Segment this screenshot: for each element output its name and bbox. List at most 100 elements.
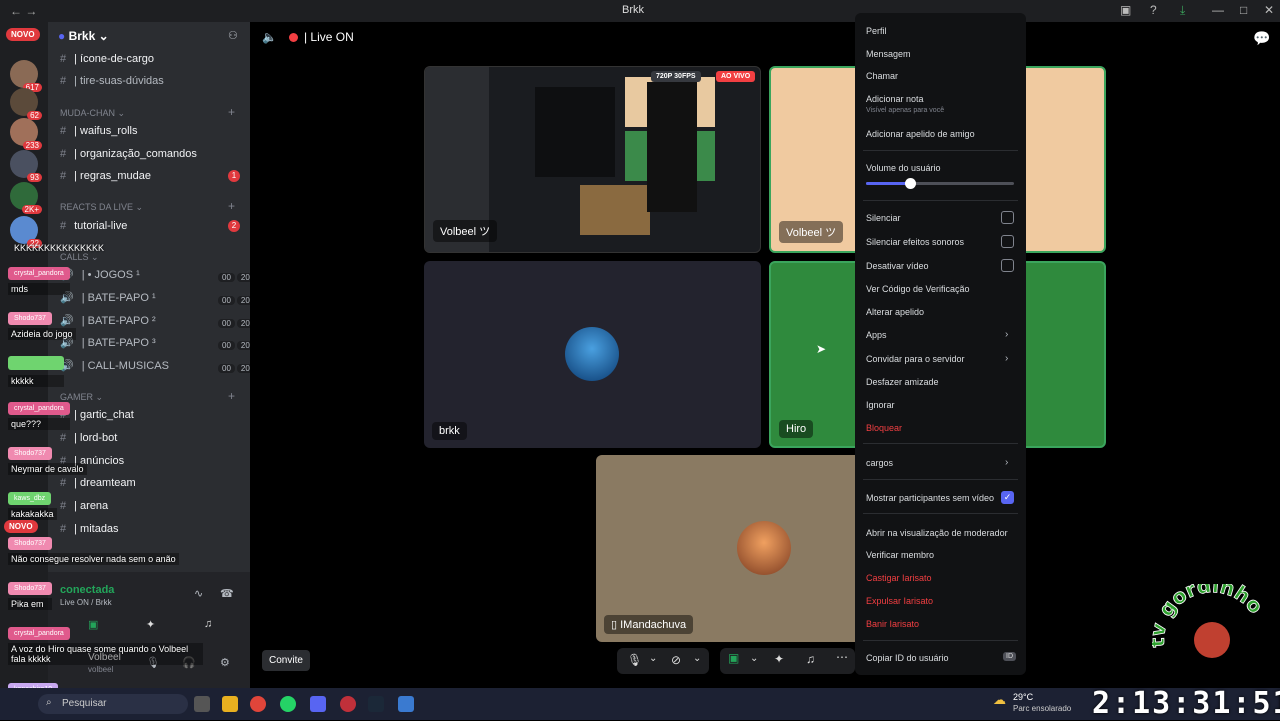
add-channel-icon[interactable]: + (228, 105, 235, 119)
add-channel-icon[interactable]: + (228, 389, 235, 403)
menu-item-add-note[interactable]: Adicionar nota Visível apenas para você (866, 94, 944, 114)
menu-item-friend-nickname[interactable]: Adicionar apelido de amigo (866, 129, 975, 139)
chat-message: crystal_pandora que??? (8, 402, 70, 430)
menu-item-change-nickname[interactable]: Alterar apelido (866, 307, 924, 317)
chevron-down-icon[interactable]: ⌄ (750, 653, 758, 664)
menu-item-show-participants[interactable]: Mostrar participantes sem vídeo (866, 493, 994, 503)
settings-gear-icon[interactable]: ⚙ (220, 656, 230, 669)
more-icon[interactable]: ⋯ (836, 650, 848, 664)
channel-item[interactable]: # | gartic_chat (60, 406, 134, 424)
disconnect-icon[interactable]: ☎ (220, 587, 234, 600)
stream-tile[interactable]: 720P 30FPS AO VIVO Volbeel ツ (424, 66, 761, 253)
chevron-down-icon[interactable]: ⌄ (693, 653, 701, 664)
chat-user: Shodo737 (8, 312, 52, 325)
chat-bubble-icon[interactable]: 💬 (1253, 30, 1270, 47)
add-member-icon[interactable]: ⚇ (228, 29, 238, 42)
channel-item[interactable]: # | ícone-de-cargo (60, 50, 154, 68)
chat-message: crystal_pandora mds (8, 267, 70, 295)
channel-item[interactable]: # | regras_mudae 1 (60, 167, 240, 185)
voice-status: conectada (60, 584, 115, 596)
menu-item-invite[interactable]: Convidar para o servidor (866, 354, 965, 364)
menu-item-block[interactable]: Bloquear (866, 423, 902, 433)
hash-icon: # (60, 220, 67, 232)
channel-item[interactable]: # | mitadas (60, 520, 119, 538)
channel-item[interactable]: # | tire-suas-dúvidas (60, 72, 164, 90)
server-icon[interactable]: 62 (10, 88, 42, 120)
file-explorer-icon[interactable] (222, 696, 238, 712)
menu-item-message[interactable]: Mensagem (866, 49, 911, 59)
voice-channel-item[interactable]: 🔊 | BATE-PAPO ¹ 00 20 (60, 289, 254, 307)
chevron-down-icon[interactable]: ⌄ (649, 653, 657, 664)
menu-item-verify-member[interactable]: Verificar membro (866, 550, 934, 560)
menu-item-ban[interactable]: Banir Iarisato (866, 619, 919, 629)
server-icon[interactable]: 93 (10, 150, 42, 182)
channel-item[interactable]: # | lord-bot (60, 429, 117, 447)
menu-item-disable-video[interactable]: Desativar vídeo (866, 261, 929, 271)
app-icon[interactable] (398, 696, 414, 712)
category-header[interactable]: REACTS DA LIVE ⌄ + (60, 199, 235, 213)
add-channel-icon[interactable]: + (228, 199, 235, 213)
stream-quality-badge: 720P 30FPS (651, 71, 701, 82)
minimize-icon[interactable]: — (1212, 3, 1224, 17)
channel-label: | dreamteam (74, 477, 136, 489)
taskbar-search[interactable]: ⌕ Pesquisar (38, 694, 188, 714)
maximize-icon[interactable]: □ (1240, 3, 1247, 17)
camera-off-icon[interactable]: ⊘ (671, 653, 681, 667)
inbox-icon[interactable]: ▣ (1120, 3, 1131, 17)
menu-item-call[interactable]: Chamar (866, 71, 898, 81)
screen-share-icon[interactable]: ▣ (728, 651, 739, 665)
download-icon[interactable]: ⤓ (1180, 3, 1185, 18)
noise-suppression-icon[interactable]: ∿ (194, 587, 203, 600)
mic-icon[interactable]: 🎙 (627, 653, 642, 667)
menu-item-profile[interactable]: Perfil (866, 26, 887, 36)
menu-item-mute-soundboard[interactable]: Silenciar efeitos sonoros (866, 237, 964, 247)
participant-tile[interactable]: brkk (424, 261, 761, 448)
activities-icon[interactable]: ✦ (774, 652, 784, 666)
menu-item-ignore[interactable]: Ignorar (866, 400, 895, 410)
steam-icon[interactable] (368, 696, 384, 712)
channel-item[interactable]: # | arena (60, 497, 108, 515)
tile-name: ▯ IMandachuva (604, 615, 694, 634)
menu-item-mute[interactable]: Silenciar (866, 213, 901, 223)
invite-button[interactable]: Convite (262, 650, 310, 671)
task-view-icon[interactable] (194, 696, 210, 712)
channel-item[interactable]: # | organização_comandos (60, 145, 197, 163)
whatsapp-icon[interactable] (280, 696, 296, 712)
volume-fill (866, 182, 911, 185)
discord-icon[interactable] (310, 696, 326, 712)
channel-item[interactable]: # | waifus_rolls (60, 122, 138, 140)
channel-item[interactable]: # | dreamteam (60, 474, 136, 492)
soundboard-icon[interactable]: ♫ (204, 618, 212, 630)
disable-video-checkbox[interactable] (1001, 259, 1014, 272)
menu-item-kick[interactable]: Expulsar Iarisato (866, 596, 933, 606)
chrome-icon[interactable] (250, 696, 266, 712)
server-icon[interactable]: 233 (10, 118, 42, 150)
volume-slider[interactable] (866, 178, 1014, 189)
channel-item[interactable]: # tutorial-live 2 (60, 217, 240, 235)
app-icon[interactable] (340, 696, 356, 712)
menu-item-unfriend[interactable]: Desfazer amizade (866, 377, 939, 387)
mute-checkbox[interactable] (1001, 211, 1014, 224)
volume-knob[interactable] (905, 178, 917, 189)
server-icon[interactable]: 617 (10, 60, 42, 92)
menu-item-moderator-view[interactable]: Abrir na visualização de moderador (866, 528, 1008, 538)
voice-channel-item[interactable]: 🔊| • JOGOS ¹0020 (60, 266, 254, 284)
back-forward-nav[interactable]: ← → (10, 4, 37, 18)
menu-item-roles[interactable]: cargos (866, 458, 893, 468)
help-icon[interactable]: ? (1150, 3, 1157, 17)
voice-channel-item[interactable]: 🔊 | CALL-MUSICAS 00 20 (60, 357, 254, 375)
category-header[interactable]: CALLS ⌄ (60, 252, 99, 263)
show-participants-checkbox[interactable]: ✓ (1001, 491, 1014, 504)
menu-item-timeout[interactable]: Castigar Iarisato (866, 573, 932, 583)
guild-header[interactable]: ● Brkk ⌄ (58, 29, 109, 43)
soundboard-icon[interactable]: ♫ (806, 652, 815, 666)
category-header[interactable]: MUDA-CHAN ⌄ + (60, 105, 235, 119)
server-icon[interactable]: 2K+ (10, 182, 42, 214)
menu-item-apps[interactable]: Apps (866, 330, 887, 340)
channel-label: | organização_comandos (74, 148, 197, 160)
mute-soundboard-checkbox[interactable] (1001, 235, 1014, 248)
guild-name: Brkk (68, 29, 96, 43)
close-icon[interactable]: ✕ (1264, 3, 1274, 17)
menu-item-copy-id[interactable]: Copiar ID do usuário (866, 653, 949, 663)
menu-item-verification-code[interactable]: Ver Código de Verificação (866, 284, 970, 294)
